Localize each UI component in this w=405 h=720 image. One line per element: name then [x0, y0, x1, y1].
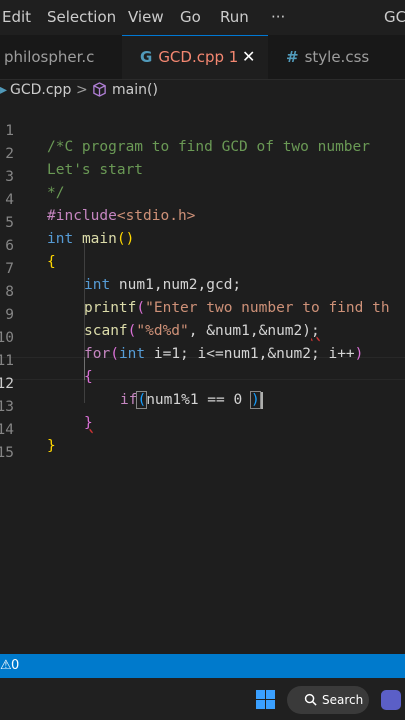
window-title: GC [384, 8, 405, 26]
menu-go[interactable]: Go [180, 8, 201, 26]
code-line: 1 /*C program to find GCD of two number [0, 104, 405, 155]
code-line: 4 #include<stdio.h> [0, 173, 405, 224]
tab-style-css[interactable]: # style.css [270, 35, 405, 79]
code-line: 15 [0, 426, 405, 461]
status-bar: ⚠ 0 [0, 654, 405, 678]
menu-edit[interactable]: Edit [2, 8, 31, 26]
menu-bar: Edit Selection View Go Run ··· GC [0, 0, 405, 35]
breadcrumb-symbol[interactable]: main() [112, 82, 158, 98]
cpp-file-icon: ▸ [0, 82, 8, 98]
search-icon [304, 693, 317, 709]
meet-app-icon[interactable] [381, 690, 401, 710]
code-line: 14 } [0, 403, 405, 454]
code-line: 13 } [0, 380, 405, 431]
breadcrumb-file[interactable]: GCD.cpp [10, 82, 71, 98]
problems-count[interactable]: 0 [11, 658, 19, 673]
css-file-icon: # [286, 48, 299, 66]
code-line: 7 int num1,num2,gcd; [0, 242, 405, 293]
code-line: 8 printf("Enter two number to find th [0, 265, 405, 316]
search-label: Search [322, 693, 364, 707]
editor-tabs: philospher.c G GCD.cpp 1 ✕ # style.css [0, 35, 405, 80]
windows-start-icon[interactable] [256, 690, 275, 709]
code-line: 9 scanf("%d%d", &num1,&num2); [0, 288, 405, 339]
breadcrumb-separator: > [76, 82, 88, 98]
menu-selection[interactable]: Selection [47, 8, 116, 26]
menu-run[interactable]: Run [220, 8, 249, 26]
tab-label: philospher.c [4, 48, 95, 66]
code-line: 5 int main() [0, 196, 405, 247]
line-number: 15 [0, 445, 14, 461]
code-line: 6 { [0, 219, 405, 270]
breadcrumb: ▸ GCD.cpp > main() [0, 80, 405, 102]
code-line: 2 Let's start [0, 127, 405, 178]
tab-label: GCD.cpp 1 [158, 48, 239, 66]
tab-label: style.css [304, 48, 370, 66]
code-line: 10 for(int i=1; i<=num1,&num2; i++) [0, 311, 405, 362]
tab-gcd-cpp[interactable]: G GCD.cpp 1 ✕ [122, 35, 268, 79]
menu-view[interactable]: View [128, 8, 164, 26]
tab-philospher[interactable]: philospher.c [0, 35, 120, 79]
warning-icon[interactable]: ⚠ [0, 658, 12, 673]
code-line-current: 12 if(num1%1 == 0 ) [0, 357, 405, 409]
close-icon[interactable]: ✕ [242, 36, 255, 78]
menu-more[interactable]: ··· [271, 8, 285, 26]
taskbar-search-button[interactable]: Search [287, 686, 369, 714]
cube-icon [92, 82, 107, 101]
code-line: 11 { [0, 334, 405, 385]
code-editor[interactable]: 1 /*C program to find GCD of two number … [0, 104, 405, 654]
code-line: 3 */ [0, 150, 405, 201]
cpp-file-icon: G [140, 48, 153, 66]
